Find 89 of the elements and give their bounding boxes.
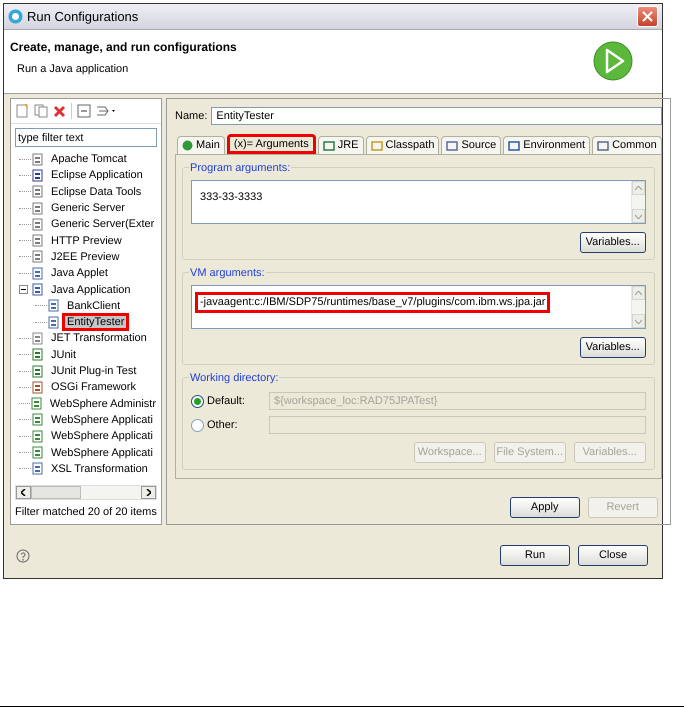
radio-label[interactable]: Other: <box>207 416 238 434</box>
tab-icon <box>597 140 610 151</box>
config-type-icon <box>47 299 60 312</box>
config-type-icon <box>47 316 60 329</box>
radio-button[interactable] <box>191 418 204 432</box>
tab-icon <box>322 140 335 151</box>
dialog-button[interactable]: Run <box>500 545 570 566</box>
tree-item[interactable]: Apache Tomcat <box>46 150 132 168</box>
argument-text[interactable]: -javaagent:c:/IBM/SDP75/runtimes/base_v7/plugins/com.ibm.ws.jpa.jar <box>195 292 550 313</box>
minus-icon <box>21 287 26 292</box>
tree-item[interactable]: BankClient <box>62 296 126 315</box>
new-config-icon[interactable] <box>15 104 29 118</box>
config-type-icon <box>31 283 44 296</box>
tree-item[interactable]: WebSphere Administr <box>44 394 161 413</box>
tree-item[interactable]: Java Applet <box>46 264 113 282</box>
argument-text[interactable]: 333-33-3333 <box>195 187 268 208</box>
group-label: Working directory: <box>189 370 280 386</box>
tree-item[interactable]: EntityTester <box>62 313 130 332</box>
vertical-scrollbar[interactable] <box>630 286 645 328</box>
group-label: Program arguments: <box>189 160 292 176</box>
tab[interactable]: (x)= Arguments <box>226 134 316 154</box>
config-type-icon <box>31 185 44 198</box>
header-subtitle: Run a Java application <box>17 62 130 77</box>
vertical-scrollbar[interactable] <box>630 181 645 223</box>
config-type-icon <box>31 348 44 362</box>
run-icon <box>592 40 634 82</box>
config-type-icon <box>31 234 44 248</box>
window-title: Run Configurations <box>27 8 138 26</box>
dialog-button[interactable]: Close <box>578 545 648 566</box>
tab[interactable]: Environment <box>503 136 590 154</box>
config-type-icon <box>31 266 44 280</box>
config-type-icon <box>31 446 44 459</box>
header-title: Create, manage, and run configurations <box>10 39 237 56</box>
tree-item[interactable]: WebSphere Applicati <box>46 410 158 429</box>
tree-item[interactable]: HTTP Preview <box>46 232 127 250</box>
tab-icon <box>182 140 193 151</box>
filter-icon[interactable] <box>96 104 118 118</box>
tree-item[interactable]: Java Application <box>46 280 136 299</box>
close-button[interactable] <box>637 6 658 27</box>
config-type-icon <box>31 168 44 182</box>
tab[interactable]: Source <box>441 136 502 154</box>
tab-icon <box>370 140 383 151</box>
config-type-icon <box>31 430 44 443</box>
tab[interactable]: Main <box>177 136 225 154</box>
tab-icon <box>508 140 520 151</box>
tree-item[interactable]: WebSphere Applicati <box>46 444 158 462</box>
tree-item[interactable]: JUnit Plug-in Test <box>46 362 142 380</box>
tab[interactable]: Common <box>592 136 662 154</box>
config-type-icon <box>31 250 44 264</box>
tree-item[interactable]: XSL Transformation <box>46 460 153 478</box>
tree-item[interactable]: Generic Server <box>46 199 130 218</box>
tab-icon <box>446 140 458 151</box>
tree-item[interactable]: WebSphere Applicati <box>46 427 158 446</box>
horizontal-scrollbar[interactable] <box>15 484 157 500</box>
config-type-icon <box>31 218 44 231</box>
radio-label[interactable]: Default: <box>207 392 245 410</box>
name-label: Name: <box>175 108 208 124</box>
app-icon <box>8 9 23 24</box>
config-type-icon <box>31 202 44 215</box>
group-label: VM arguments: <box>189 265 266 282</box>
name-field[interactable]: EntityTester <box>211 107 662 125</box>
duplicate-icon[interactable] <box>34 104 48 118</box>
tree-item[interactable]: JUnit <box>46 346 82 364</box>
tree-item[interactable]: Eclipse Application <box>46 166 148 184</box>
tree-item[interactable]: OSGi Framework <box>46 378 141 396</box>
config-type-icon <box>31 364 44 378</box>
filter-status: Filter matched 20 of 20 items <box>14 504 158 520</box>
filter-field[interactable]: type filter text <box>15 128 157 147</box>
config-type-icon <box>31 332 44 345</box>
variables-button[interactable]: Variables... <box>580 232 646 253</box>
config-type-icon <box>30 397 43 410</box>
config-type-icon <box>31 152 44 166</box>
tab[interactable]: JRE <box>318 136 364 154</box>
collapse-all-icon[interactable] <box>77 104 91 118</box>
config-type-icon <box>31 462 44 476</box>
collapse-toggle[interactable] <box>19 285 28 294</box>
tree-item[interactable]: J2EE Preview <box>46 248 124 266</box>
delete-icon[interactable] <box>53 104 66 118</box>
tree-item[interactable]: JET Transformation <box>46 329 152 348</box>
tree-item[interactable]: Generic Server(Exter <box>46 215 160 234</box>
close-icon <box>642 11 653 22</box>
variables-button[interactable]: Variables... <box>580 337 646 358</box>
tree-item[interactable]: Eclipse Data Tools <box>46 182 146 201</box>
help-icon[interactable] <box>16 548 30 562</box>
config-type-icon <box>31 413 44 426</box>
config-type-icon <box>31 380 44 394</box>
tab[interactable]: Classpath <box>366 136 440 154</box>
dialog-button[interactable]: Apply <box>510 497 580 518</box>
radio-button[interactable] <box>191 394 204 408</box>
